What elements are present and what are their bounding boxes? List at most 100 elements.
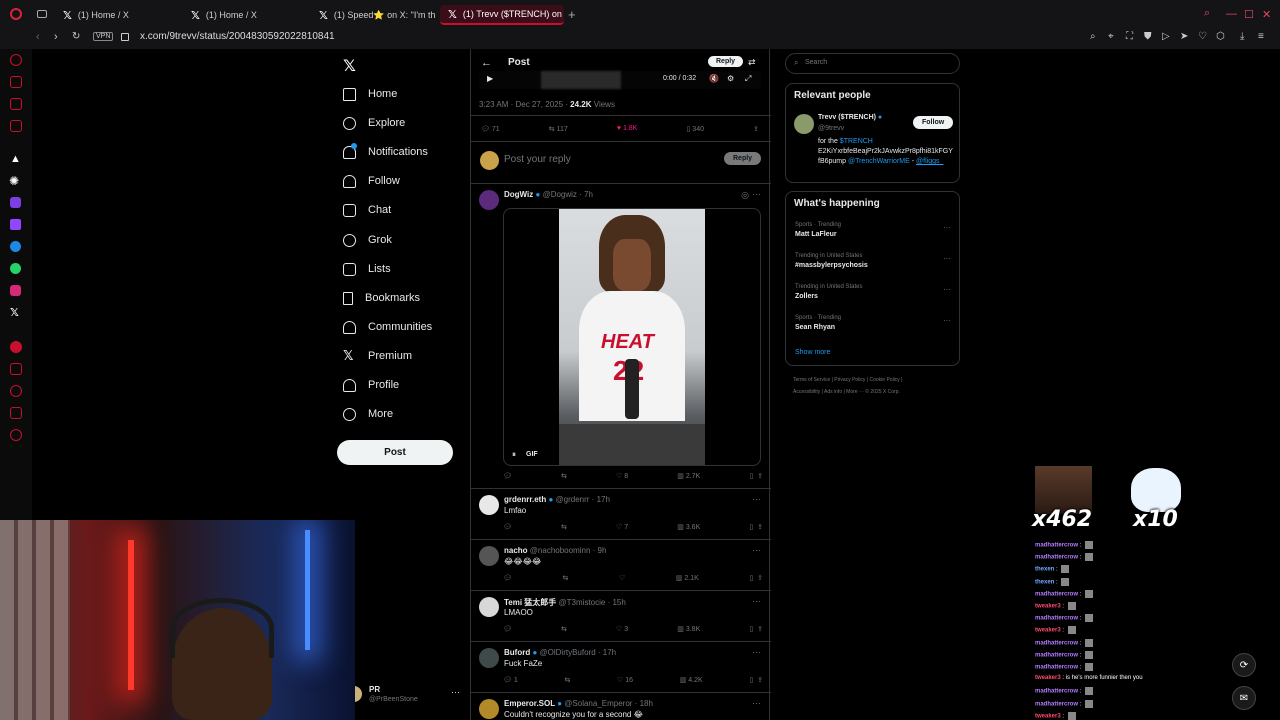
- chat-username[interactable]: madhattercrow: [1035, 591, 1078, 597]
- menu-icon[interactable]: ≡: [1258, 31, 1264, 42]
- bio-cashtag-link[interactable]: $TRENCH: [840, 138, 873, 145]
- chat-username[interactable]: tweaker3: [1035, 713, 1061, 719]
- chat-username[interactable]: madhattercrow: [1035, 555, 1078, 561]
- nav-more[interactable]: More: [343, 404, 393, 424]
- reply-item[interactable]: Emperor.SOL ● @Solana_Emperor · 18h ··· …: [471, 693, 771, 720]
- footer-links[interactable]: Terms of Service | Privacy Policy | Cook…: [793, 377, 902, 383]
- nav-grok[interactable]: Grok: [340, 230, 392, 250]
- url-field[interactable]: x.com/9trevv/status/2004830592022810841: [140, 31, 335, 42]
- bookmarks-sidebar-icon[interactable]: [10, 363, 22, 375]
- record-icon[interactable]: [10, 341, 22, 353]
- reply-author[interactable]: nacho @nachoboominn · 9h: [504, 546, 606, 555]
- header-reply-button[interactable]: Reply: [708, 56, 744, 67]
- reload-icon[interactable]: ↻: [72, 31, 80, 42]
- chat-username[interactable]: madhattercrow: [1035, 543, 1078, 549]
- bookmark-share[interactable]: ▯ ⇪: [749, 523, 763, 533]
- repost-icon[interactable]: ⇆: [561, 472, 567, 482]
- extensions-icon[interactable]: ⬡: [1216, 31, 1225, 42]
- whatsapp-icon[interactable]: [10, 263, 21, 274]
- bookmark-share[interactable]: ▯ ⇪: [749, 625, 763, 635]
- tab-4-active[interactable]: 𝕏 (1) Trevv ($TRENCH) on X: [440, 5, 564, 25]
- more-options-icon[interactable]: ···: [943, 254, 951, 263]
- filter-icon[interactable]: ⇄: [748, 57, 756, 68]
- new-tab-button[interactable]: +: [568, 7, 576, 22]
- like-action[interactable]: ♥ 1.8K: [617, 125, 638, 135]
- grok-icon[interactable]: ◎: [741, 190, 749, 201]
- views-action[interactable]: ▥ 2.7K: [677, 472, 700, 482]
- account-more-icon[interactable]: ···: [451, 687, 460, 697]
- tab-1[interactable]: 𝕏 (1) Home / X: [55, 5, 185, 25]
- views-action[interactable]: ▥ 3.6K: [677, 523, 700, 533]
- nav-follow[interactable]: Follow: [343, 171, 400, 191]
- views-action[interactable]: ▥ 3.8K: [677, 625, 700, 635]
- video-player-top[interactable]: ▶ 0:00 / 0:32 🔇 ⚙ ⤢: [479, 71, 761, 89]
- chat-username[interactable]: tweaker3: [1035, 628, 1061, 634]
- search-input[interactable]: Search: [805, 59, 827, 66]
- heart-icon[interactable]: ♡: [1198, 31, 1207, 42]
- bio-mention-link[interactable]: @TrenchWarriorME: [848, 158, 910, 165]
- more-options-icon[interactable]: ···: [752, 596, 761, 606]
- reply-input[interactable]: Post your reply: [504, 154, 571, 165]
- x-home-logo-icon[interactable]: 𝕏: [343, 56, 356, 76]
- show-more-link[interactable]: Show more: [795, 349, 830, 356]
- history-icon[interactable]: [10, 385, 22, 397]
- mute-icon[interactable]: 🔇: [709, 74, 719, 83]
- repost-icon[interactable]: ⇆: [562, 574, 568, 584]
- nav-home[interactable]: Home: [343, 84, 397, 104]
- relevant-name[interactable]: Trevv ($TRENCH) ●: [818, 114, 882, 121]
- gif-media[interactable]: HEAT 22 ⏸ GIF: [503, 208, 761, 466]
- more-options-icon[interactable]: ···: [943, 223, 951, 232]
- reply-icon[interactable]: 💬︎: [503, 523, 512, 533]
- opera-logo-icon[interactable]: [10, 8, 22, 20]
- reply-author[interactable]: DogWiz ● @Dogwiz · 7h: [504, 190, 593, 199]
- nav-explore[interactable]: Explore: [343, 113, 405, 133]
- trend-item[interactable]: Sports · Trending Matt LaFleur ···: [786, 220, 959, 248]
- reply-author[interactable]: Buford ● @OlDirtyBuford · 17h: [504, 648, 616, 657]
- bookmark-share[interactable]: ▯ ⇪: [749, 676, 763, 686]
- like-action[interactable]: ♡ 7: [616, 523, 628, 533]
- facebook-messenger-icon[interactable]: [10, 241, 21, 252]
- twitch-icon[interactable]: [10, 219, 21, 230]
- download-icon[interactable]: ⤓: [1240, 31, 1244, 42]
- chatsonic-icon[interactable]: [10, 197, 21, 208]
- more-options-icon[interactable]: ···: [752, 189, 761, 199]
- aria-ai-icon[interactable]: ▲: [10, 153, 21, 165]
- bio-mention-link[interactable]: @fliggs_: [916, 158, 943, 165]
- tab-2[interactable]: 𝕏 (1) Home / X: [183, 5, 313, 25]
- chat-username[interactable]: tweaker3: [1035, 604, 1061, 610]
- views-action[interactable]: ▥ 4.2K: [680, 676, 703, 686]
- repost-action[interactable]: ⇆ 117: [549, 125, 568, 135]
- repost-icon[interactable]: ⇆: [564, 676, 570, 686]
- nav-notifications[interactable]: Notifications: [343, 142, 428, 162]
- reply-author[interactable]: grdenrr.eth ● @grdenrr · 17h: [504, 495, 610, 504]
- maximize-button[interactable]: ☐: [1244, 8, 1254, 21]
- tab-switcher-icon[interactable]: [37, 10, 47, 18]
- share-action[interactable]: ⇪: [753, 125, 759, 135]
- zoom-icon[interactable]: ⌕: [1090, 31, 1096, 42]
- player-icon[interactable]: [10, 120, 22, 132]
- nav-chat[interactable]: Chat: [343, 200, 391, 220]
- nav-profile[interactable]: Profile: [343, 375, 399, 395]
- fullscreen-icon[interactable]: ⤢: [745, 74, 751, 84]
- repost-icon[interactable]: ⇆: [561, 523, 567, 533]
- chat-username[interactable]: madhattercrow: [1035, 689, 1078, 695]
- gif-pause-icon[interactable]: ⏸: [512, 450, 516, 460]
- video-play-icon[interactable]: ▶: [487, 74, 493, 83]
- close-window-button[interactable]: ✕: [1262, 8, 1271, 21]
- account-switcher[interactable]: PR @PrBeenStone ···: [352, 684, 462, 706]
- chat-username[interactable]: thexen: [1035, 579, 1054, 585]
- reply-action[interactable]: 💬︎ 71: [481, 125, 500, 135]
- reply-item[interactable]: grdenrr.eth ● @grdenrr · 17h ··· Lmfao 💬…: [471, 489, 771, 539]
- reply-item[interactable]: nacho @nachoboominn · 9h ··· 😂😂😂😂 💬︎ ⇆ ♡ …: [471, 540, 771, 590]
- reply-icon[interactable]: 💬︎: [503, 472, 512, 482]
- more-options-icon[interactable]: ···: [943, 285, 951, 294]
- forward-icon[interactable]: ›: [54, 31, 58, 43]
- minimize-button[interactable]: —: [1226, 8, 1237, 20]
- more-options-icon[interactable]: ···: [752, 698, 761, 708]
- reply-item[interactable]: Temi 猛太郎手 @T3mistocie · 15h ··· LMAOO 💬︎…: [471, 591, 771, 641]
- video-settings-icon[interactable]: ⚙: [727, 74, 734, 83]
- play-icon[interactable]: ▷: [1162, 31, 1170, 42]
- more-options-icon[interactable]: ···: [752, 647, 761, 657]
- bookmark-share[interactable]: ▯ ⇪: [749, 472, 763, 482]
- trend-item[interactable]: Sports · Trending Sean Rhyan ···: [786, 313, 959, 341]
